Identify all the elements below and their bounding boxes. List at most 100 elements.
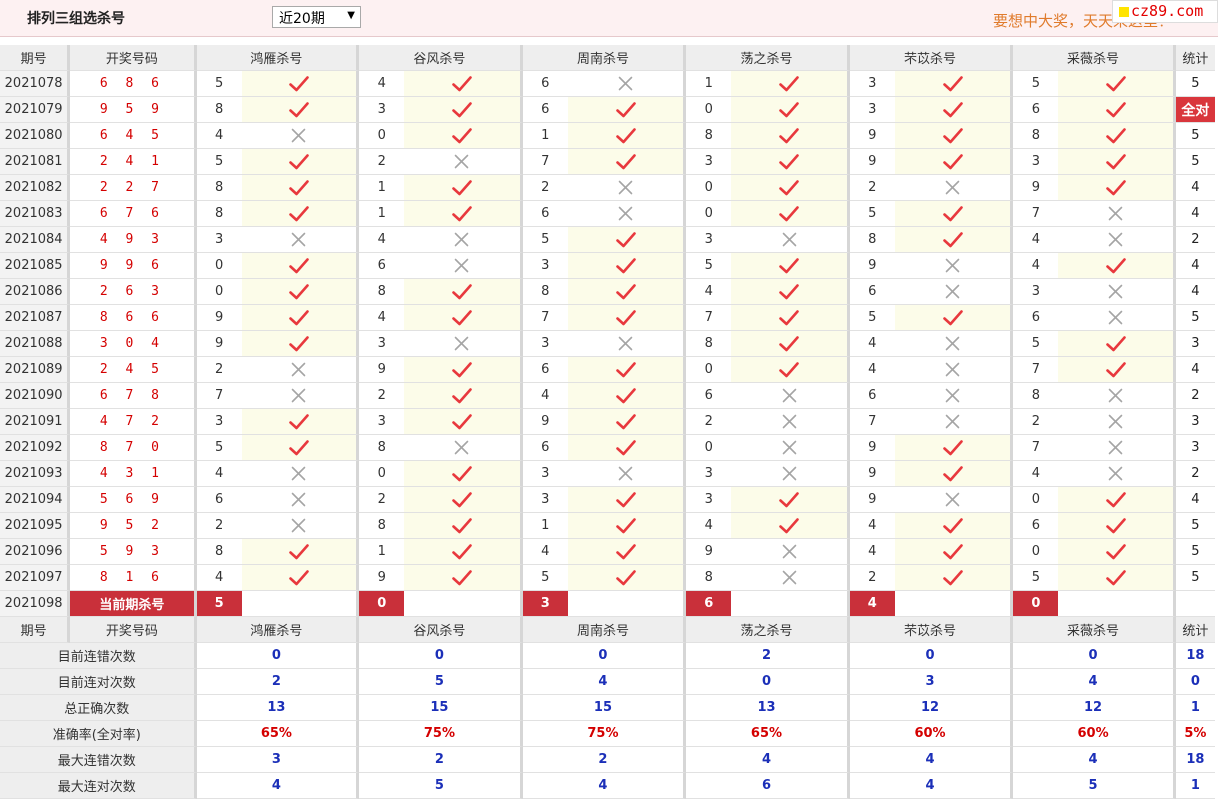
check-icon bbox=[567, 227, 687, 253]
kill-number-cell: 1 bbox=[359, 201, 405, 227]
check-icon bbox=[241, 409, 360, 435]
check-icon bbox=[1058, 565, 1176, 591]
check-icon bbox=[894, 513, 1014, 539]
kill-number-cell: 6 bbox=[522, 71, 568, 97]
cross-icon bbox=[894, 409, 1014, 435]
col-header-expert: 采薇杀号 bbox=[1013, 45, 1176, 71]
cross-icon bbox=[731, 435, 850, 461]
cross-icon bbox=[894, 175, 1014, 201]
check-icon bbox=[1058, 175, 1176, 201]
cross-icon bbox=[241, 461, 360, 487]
kill-number-cell: 9 bbox=[849, 123, 895, 149]
cross-icon bbox=[567, 331, 687, 357]
stat-cell: 5 bbox=[1175, 149, 1215, 175]
kill-number-cell: 8 bbox=[196, 97, 242, 123]
check-icon bbox=[1058, 97, 1176, 123]
check-icon bbox=[567, 149, 687, 175]
col-header-stats: 统计 bbox=[1175, 617, 1215, 643]
kill-number-cell: 3 bbox=[522, 461, 568, 487]
kill-number-cell: 0 bbox=[686, 201, 732, 227]
kill-number-cell: 2 bbox=[849, 565, 895, 591]
draw-number-cell: 4 3 1 bbox=[70, 461, 197, 487]
summary-label: 目前连对次数 bbox=[0, 669, 197, 695]
cross-icon bbox=[1058, 435, 1176, 461]
kill-number-cell: 0 bbox=[196, 279, 242, 305]
range-select[interactable]: 近20期 ▼ bbox=[272, 6, 361, 28]
cross-icon bbox=[1058, 409, 1176, 435]
current-kill-blank bbox=[241, 591, 360, 617]
check-icon bbox=[731, 253, 850, 279]
kill-number-cell: 2 bbox=[1013, 409, 1059, 435]
summary-value: 4 bbox=[1013, 669, 1176, 695]
kill-number-cell: 4 bbox=[359, 227, 405, 253]
check-icon bbox=[894, 461, 1014, 487]
check-icon bbox=[404, 461, 523, 487]
cross-icon bbox=[404, 253, 523, 279]
kill-number-cell: 3 bbox=[849, 97, 895, 123]
kill-number-cell: 4 bbox=[359, 305, 405, 331]
table-row: 2021083 6 7 68 1 6 0 5 7 4 bbox=[0, 201, 1215, 227]
cross-icon bbox=[404, 149, 523, 175]
table-row: 2021097 8 1 64 9 5 8 2 5 5 bbox=[0, 565, 1215, 591]
period-cell: 2021091 bbox=[0, 409, 71, 435]
check-icon bbox=[1058, 357, 1176, 383]
check-icon bbox=[404, 71, 523, 97]
kill-number-cell: 6 bbox=[686, 383, 732, 409]
table-row: 2021096 5 9 38149405 bbox=[0, 539, 1215, 565]
kill-number-cell: 9 bbox=[359, 565, 405, 591]
check-icon bbox=[567, 383, 687, 409]
cross-icon bbox=[241, 123, 360, 149]
period-cell: 2021092 bbox=[0, 435, 71, 461]
period-cell: 2021097 bbox=[0, 565, 71, 591]
site-badge[interactable]: cz89.com bbox=[1112, 0, 1218, 23]
cross-icon bbox=[731, 409, 850, 435]
summary-value: 2 bbox=[196, 669, 360, 695]
col-header-period: 期号 bbox=[0, 45, 71, 71]
period-cell: 2021094 bbox=[0, 487, 71, 513]
cross-icon bbox=[404, 331, 523, 357]
summary-value: 60% bbox=[849, 721, 1014, 747]
chevron-down-icon[interactable]: ▼ bbox=[347, 10, 355, 21]
table-row: 2021094 5 6 96 2 3 3 9 0 4 bbox=[0, 487, 1215, 513]
check-icon bbox=[241, 97, 360, 123]
current-kill-number: 4 bbox=[849, 591, 895, 617]
current-kill-number: 0 bbox=[1013, 591, 1059, 617]
kill-number-cell: 9 bbox=[196, 305, 242, 331]
stat-cell: 3 bbox=[1175, 435, 1215, 461]
table-row: 2021081 2 4 15273935 bbox=[0, 149, 1215, 175]
check-icon bbox=[894, 305, 1014, 331]
kill-number-cell: 0 bbox=[359, 123, 405, 149]
kill-number-cell: 3 bbox=[359, 97, 405, 123]
kill-number-cell: 5 bbox=[522, 227, 568, 253]
current-kill-number: 5 bbox=[196, 591, 242, 617]
summary-value: 2 bbox=[359, 747, 523, 773]
kill-number-cell: 8 bbox=[522, 279, 568, 305]
kill-number-cell: 7 bbox=[522, 305, 568, 331]
col-header-draw: 开奖号码 bbox=[70, 617, 197, 643]
check-icon bbox=[404, 539, 523, 565]
kill-number-cell: 8 bbox=[1013, 383, 1059, 409]
period-cell: 2021078 bbox=[0, 71, 71, 97]
cross-icon bbox=[894, 253, 1014, 279]
kill-number-cell: 1 bbox=[686, 71, 732, 97]
col-header-expert: 芣苡杀号 bbox=[849, 617, 1014, 643]
summary-value: 0 bbox=[522, 643, 687, 669]
header-row: 期号 开奖号码 鸿雁杀号 谷风杀号 周南杀号 荡之杀号 芣苡杀号 采薇杀号 统计 bbox=[0, 45, 1215, 71]
draw-number-cell: 2 4 1 bbox=[70, 149, 197, 175]
check-icon bbox=[567, 409, 687, 435]
check-icon bbox=[241, 331, 360, 357]
table-row: 2021092 8 7 05 8 6 0 9 7 3 bbox=[0, 435, 1215, 461]
kill-number-cell: 2 bbox=[196, 357, 242, 383]
kill-number-cell: 0 bbox=[196, 253, 242, 279]
kill-number-cell: 5 bbox=[1013, 331, 1059, 357]
cross-icon bbox=[731, 539, 850, 565]
check-icon bbox=[241, 253, 360, 279]
col-header-expert: 周南杀号 bbox=[522, 617, 687, 643]
table-row: 2021095 9 5 22 8 1 4 4 6 5 bbox=[0, 513, 1215, 539]
kill-number-cell: 7 bbox=[522, 149, 568, 175]
kill-number-cell: 2 bbox=[359, 487, 405, 513]
kill-number-cell: 5 bbox=[1013, 565, 1059, 591]
draw-number-cell: 8 7 0 bbox=[70, 435, 197, 461]
cross-icon bbox=[1058, 201, 1176, 227]
all-correct-badge: 全对 bbox=[1175, 97, 1215, 123]
